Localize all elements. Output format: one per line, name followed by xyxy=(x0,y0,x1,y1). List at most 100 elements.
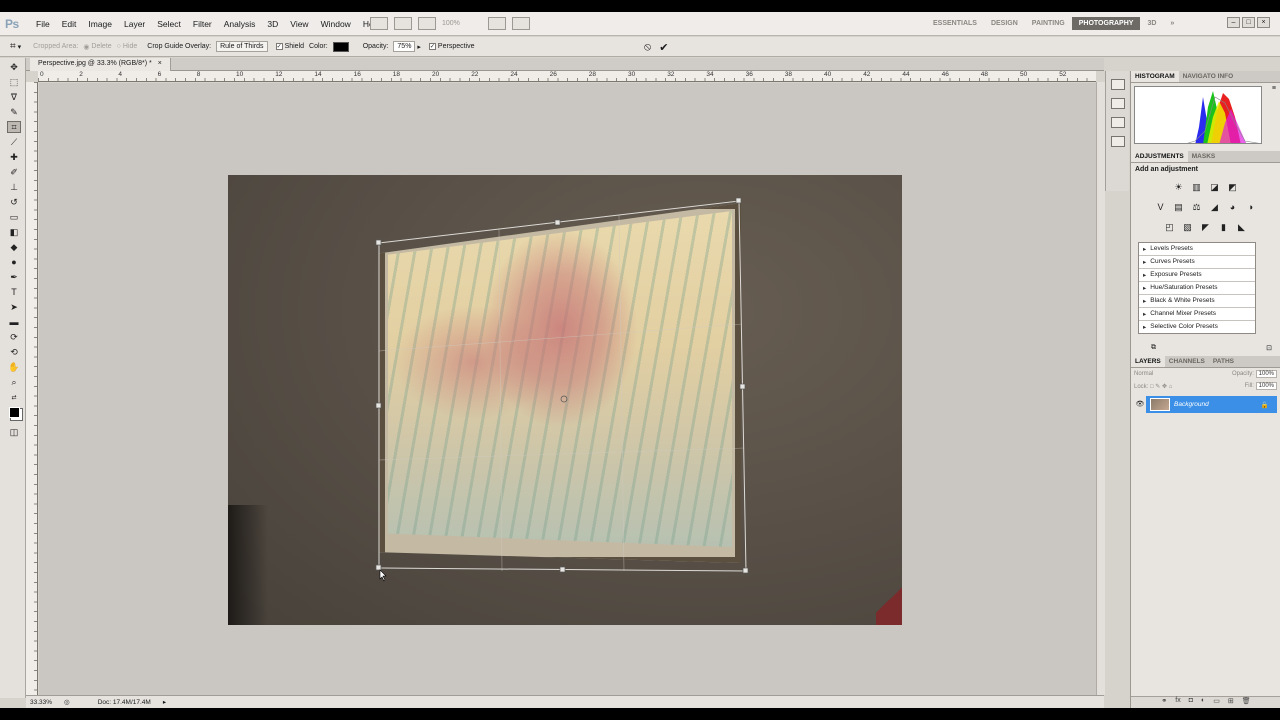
vertical-scrollbar[interactable] xyxy=(1096,82,1105,695)
menu-view[interactable]: View xyxy=(284,19,314,29)
pen-tool-icon[interactable]: ✒ xyxy=(7,271,21,283)
new-group-icon[interactable]: ▭ xyxy=(1213,697,1220,708)
preset-selective-color[interactable]: ▸ Selective Color Presets xyxy=(1139,321,1255,333)
close-document-icon[interactable]: × xyxy=(158,60,162,69)
commit-crop-icon[interactable]: ✔ xyxy=(659,41,668,54)
close-icon[interactable]: × xyxy=(1257,17,1270,28)
marquee-tool-icon[interactable]: ⬚ xyxy=(7,76,21,88)
workspace-3d[interactable]: 3D xyxy=(1140,17,1163,30)
history-brush-tool-icon[interactable]: ↺ xyxy=(7,196,21,208)
preset-curves[interactable]: ▸ Curves Presets xyxy=(1139,256,1255,269)
zoom-level-field[interactable]: 100% xyxy=(442,20,482,27)
layer-fill-value[interactable]: 100% xyxy=(1255,382,1277,390)
lasso-tool-icon[interactable]: ᐁ xyxy=(7,91,21,103)
photo-filter-icon[interactable]: ◕ xyxy=(1227,202,1239,213)
mini-bridge-icon[interactable] xyxy=(1110,79,1125,90)
black-white-icon[interactable]: ◢ xyxy=(1209,202,1221,213)
gradient-tool-icon[interactable]: ◧ xyxy=(7,226,21,238)
cancel-crop-icon[interactable]: ⦸ xyxy=(644,41,651,54)
quick-selection-tool-icon[interactable]: ✎ xyxy=(7,106,21,118)
brush-tool-icon[interactable]: ✐ xyxy=(7,166,21,178)
invert-icon[interactable]: ◰ xyxy=(1164,222,1176,233)
quick-mask-icon[interactable]: ◫ xyxy=(7,426,21,438)
clone-stamp-tool-icon[interactable]: ⊥ xyxy=(7,181,21,193)
clip-to-layer-icon[interactable]: ⧉ xyxy=(1151,344,1156,352)
workspace-essentials[interactable]: ESSENTIALS xyxy=(926,17,984,30)
shield-checkbox-icon[interactable]: ✓ xyxy=(275,43,283,50)
screen-mode-icon[interactable] xyxy=(512,17,530,30)
3d-rotate-tool-icon[interactable]: ⟳ xyxy=(7,331,21,343)
menu-file[interactable]: File xyxy=(30,19,56,29)
zoom-tool-icon[interactable]: ⌕ xyxy=(7,376,21,388)
exposure-icon[interactable]: ◩ xyxy=(1227,182,1239,193)
preset-black-white[interactable]: ▸ Black & White Presets xyxy=(1139,295,1255,308)
actions-panel-icon[interactable] xyxy=(1110,117,1125,128)
hand-tool-icon[interactable]: ✋ xyxy=(7,361,21,373)
hide-option[interactable]: ○ Hide xyxy=(117,43,138,50)
maximize-icon[interactable]: □ xyxy=(1242,17,1255,28)
hue-saturation-icon[interactable]: ▤ xyxy=(1173,202,1185,213)
histogram-menu-icon[interactable]: ≡ xyxy=(1272,85,1276,92)
shield-color-swatch[interactable] xyxy=(332,41,349,52)
brightness-contrast-icon[interactable]: ☀ xyxy=(1173,182,1185,193)
new-adjustment-layer-icon[interactable]: ◐ xyxy=(1201,697,1205,708)
threshold-icon[interactable]: ◤ xyxy=(1200,222,1212,233)
menu-3d[interactable]: 3D xyxy=(261,19,284,29)
view-extras-icon[interactable] xyxy=(418,17,436,30)
launch-bridge-icon[interactable] xyxy=(370,17,388,30)
new-layer-icon[interactable]: ⊞ xyxy=(1228,697,1234,708)
zoom-percentage[interactable]: 33.33% xyxy=(30,699,52,706)
menu-image[interactable]: Image xyxy=(82,19,118,29)
vibrance-icon[interactable]: V xyxy=(1155,202,1167,213)
status-icon[interactable]: ◎ xyxy=(64,698,70,706)
visibility-eye-icon[interactable]: 👁 xyxy=(1134,396,1146,413)
layer-background[interactable]: 👁 Background 🔒 xyxy=(1134,396,1277,413)
tab-navigator-info[interactable]: NAVIGATO INFO xyxy=(1179,71,1238,82)
launch-minibridge-icon[interactable] xyxy=(394,17,412,30)
history-panel-icon[interactable] xyxy=(1110,98,1125,109)
blend-mode-select[interactable]: Normal xyxy=(1134,371,1153,377)
horizontal-ruler[interactable]: 0 2 4 6 8 10 12 14 16 18 20 22 24 26 28 30 32 34 36 38 40 42 4… xyxy=(38,71,1096,82)
status-menu-arrow-icon[interactable]: ▸ xyxy=(163,698,166,706)
swap-colors-icon[interactable]: ⇄ xyxy=(7,391,21,403)
add-mask-icon[interactable]: ◘ xyxy=(1189,697,1193,708)
menu-window[interactable]: Window xyxy=(315,19,357,29)
document-tab[interactable]: Perspective.jpg @ 33.3% (RGB/8*) * × xyxy=(30,58,171,71)
color-balance-icon[interactable]: ⚖ xyxy=(1191,202,1203,213)
more-workspaces-icon[interactable]: » xyxy=(1163,17,1181,30)
layer-opacity-value[interactable]: 100% xyxy=(1255,370,1277,378)
curves-icon[interactable]: ◪ xyxy=(1209,182,1221,193)
doc-info[interactable]: Doc: 17.4M/17.4M xyxy=(98,699,151,706)
menu-analysis[interactable]: Analysis xyxy=(218,19,262,29)
eyedropper-tool-icon[interactable]: ⟋ xyxy=(7,136,21,148)
menu-filter[interactable]: Filter xyxy=(187,19,218,29)
eraser-tool-icon[interactable]: ▭ xyxy=(7,211,21,223)
channel-mixer-icon[interactable]: ◑ xyxy=(1245,202,1257,213)
foreground-color-swatch[interactable] xyxy=(7,406,21,418)
canvas-area[interactable] xyxy=(39,83,1096,704)
tab-masks[interactable]: MASKS xyxy=(1188,151,1219,162)
document-image[interactable] xyxy=(228,175,902,625)
layer-style-icon[interactable]: fx xyxy=(1175,697,1180,708)
minimize-icon[interactable]: – xyxy=(1227,17,1240,28)
menu-select[interactable]: Select xyxy=(151,19,187,29)
opacity-field[interactable]: 75% ▸ xyxy=(393,41,421,52)
perspective-option[interactable]: ✓ Perspective xyxy=(428,43,475,50)
workspace-photography[interactable]: PHOTOGRAPHY xyxy=(1071,17,1141,30)
blur-tool-icon[interactable]: ◆ xyxy=(7,241,21,253)
selective-color-icon[interactable]: ◣ xyxy=(1236,222,1248,233)
crop-tool-icon[interactable]: ⌗ xyxy=(7,121,21,133)
tab-paths[interactable]: PATHS xyxy=(1209,356,1238,367)
path-selection-tool-icon[interactable]: ➤ xyxy=(7,301,21,313)
tab-layers[interactable]: LAYERS xyxy=(1131,356,1165,367)
workspace-painting[interactable]: PAINTING xyxy=(1025,17,1072,30)
menu-layer[interactable]: Layer xyxy=(118,19,151,29)
delete-option[interactable]: ◉ Delete xyxy=(83,43,111,51)
dodge-tool-icon[interactable]: ● xyxy=(7,256,21,268)
shield-option[interactable]: ✓ Shield xyxy=(275,43,304,50)
link-layers-icon[interactable]: ⚭ xyxy=(1161,697,1167,708)
posterize-icon[interactable]: ▧ xyxy=(1182,222,1194,233)
arrange-documents-icon[interactable] xyxy=(488,17,506,30)
workspace-design[interactable]: DESIGN xyxy=(984,17,1025,30)
tab-adjustments[interactable]: ADJUSTMENTS xyxy=(1131,151,1188,162)
